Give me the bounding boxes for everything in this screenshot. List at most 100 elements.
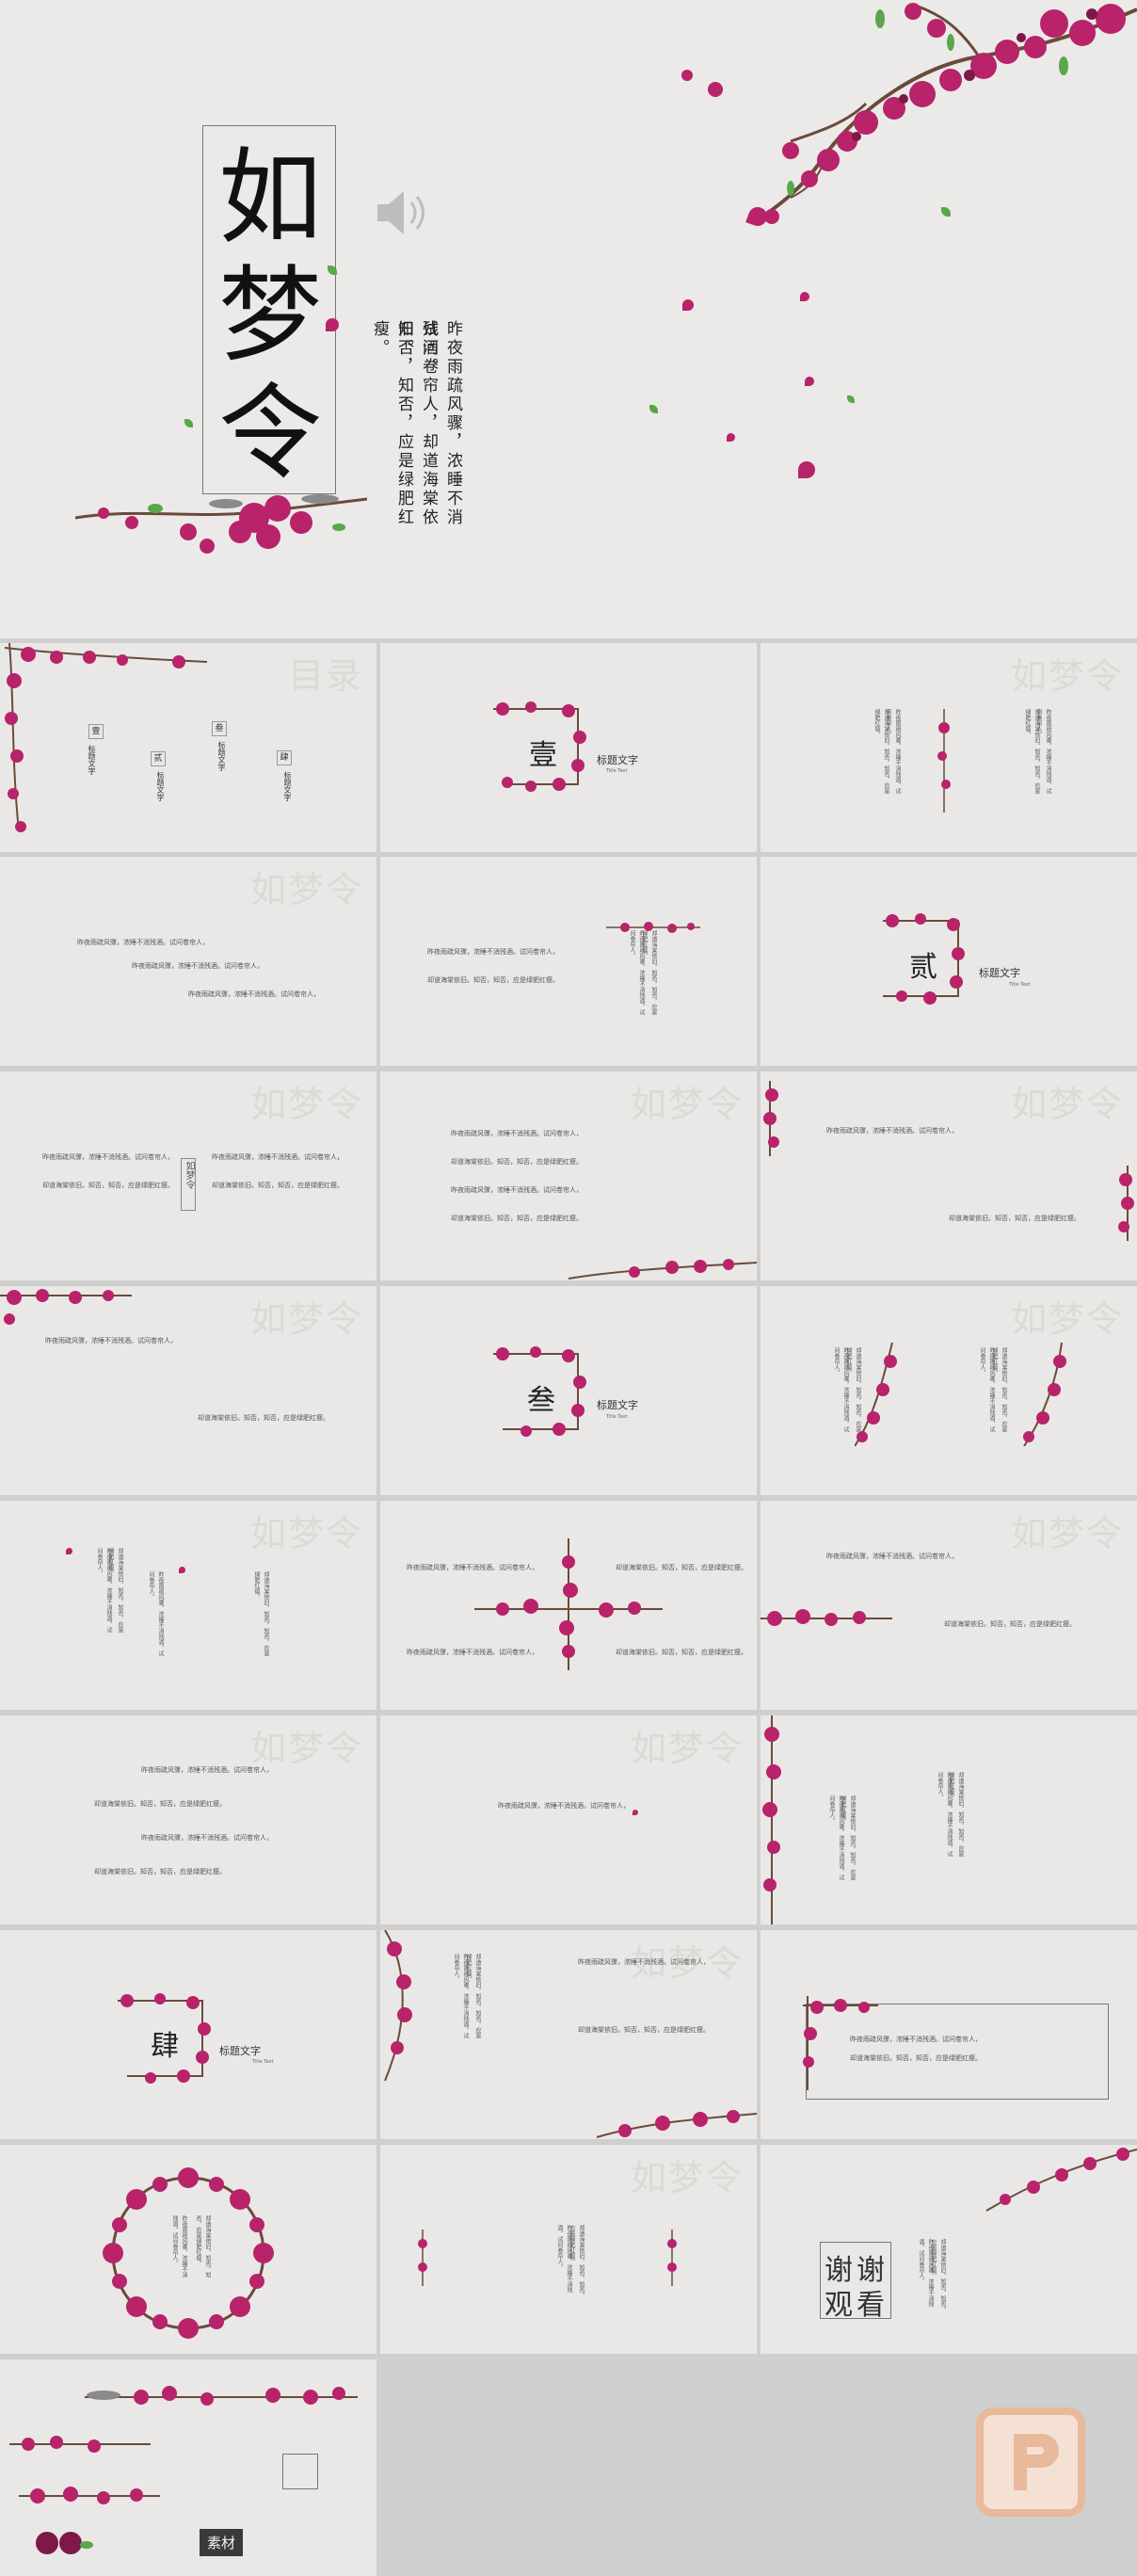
toc-label-4[interactable]: 标题文字 — [282, 771, 293, 801]
slide-21[interactable]: 昨夜雨疏风骤，浓睡不消残酒。试问卷帘人， 却道海棠依旧。知否，知否，应是绿肥红瘦… — [761, 1930, 1137, 2139]
slide-section-2[interactable]: 贰 标题文字 Title Text — [761, 857, 1137, 1066]
blossom-corner — [803, 1996, 878, 2090]
section-num: 贰 — [909, 951, 937, 984]
blossom-cluster — [36, 2532, 93, 2554]
section-title[interactable]: 标题文字 — [979, 965, 1020, 980]
text-block: 却道海棠依旧。知否，知否，应是绿肥红瘦。 — [451, 1215, 583, 1222]
text-block: 昨夜雨疏风骤，浓睡不消残酒。试问卷帘人， — [188, 990, 320, 998]
petal — [805, 377, 814, 386]
vertical-text: 昨夜雨疏风骤，浓睡不消残酒。试问卷帘人， — [148, 1571, 164, 1656]
cover-slide[interactable]: 如 梦 令 昨夜雨疏风骤，浓睡不消残酒。 试问卷帘人，却道海棠依旧。 知否，知否… — [0, 0, 1137, 638]
vertical-text: 却道海棠依旧。知否，知否，应是绿肥红瘦。 — [568, 2225, 585, 2298]
slide-14[interactable]: 昨夜雨疏风骤，浓睡不消残酒。试问卷帘人， 却道海棠依旧。知否，知否，应是绿肥红瘦… — [380, 1501, 757, 1710]
blossom-sprig — [9, 2436, 151, 2453]
leaf — [847, 395, 855, 403]
vertical-text: 却道海棠依旧。知否，知否，应是绿肥红瘦。 — [991, 1347, 1007, 1432]
petal — [326, 318, 339, 331]
slide-7[interactable]: 如梦令 昨夜雨疏风骤，浓睡不消残酒。试问卷帘人， 却道海棠依旧。知否，知否，应是… — [0, 1071, 376, 1280]
watermark: 目录 — [287, 655, 363, 697]
blossom-branch — [985, 2148, 1137, 2212]
slide-toc[interactable]: 目录 壹 标题文字 贰 标题文字 叁 标题文字 肆 标题文字 — [0, 643, 376, 852]
slide-thanks[interactable]: 谢 谢 观 看 昨夜雨疏风骤，浓睡不消残酒。试问卷帘人， 却道海棠依旧。知否，知… — [761, 2145, 1137, 2354]
petal — [727, 433, 735, 442]
section-title[interactable]: 标题文字 — [597, 1397, 638, 1412]
blossom-corner — [4, 643, 208, 832]
slide-13[interactable]: 如梦令 昨夜雨疏风骤，浓睡不消残酒。试问卷帘人， 却道海棠依旧。知否，知否，应是… — [0, 1501, 376, 1710]
blossom-sprig — [763, 1081, 779, 1156]
section-title-en: Title Text — [606, 768, 628, 774]
slide-10[interactable]: 如梦令 昨夜雨疏风骤，浓睡不消残酒。试问卷帘人， 却道海棠依旧。知否，知否，应是… — [0, 1286, 376, 1495]
section-num: 壹 — [529, 739, 557, 772]
text-block: 昨夜雨疏风骤，浓睡不消残酒。试问卷帘人， — [850, 2036, 982, 2043]
leaf — [649, 405, 658, 413]
slide-section-4[interactable]: 肆 标题文字 Title Text — [0, 1930, 376, 2139]
slide-15[interactable]: 如梦令 昨夜雨疏风骤，浓睡不消残酒。试问卷帘人， 却道海棠依旧。知否，知否，应是… — [761, 1501, 1137, 1710]
toc-label-3[interactable]: 标题文字 — [216, 741, 227, 771]
text-block: 却道海棠依旧。知否，知否，应是绿肥红瘦。 — [944, 1620, 1076, 1628]
text-block: 昨夜雨疏风骤，浓睡不消残酒。试问卷帘人， — [451, 1186, 583, 1194]
vertical-text: 却道海棠依旧。知否，知否，应是绿肥红瘦。 — [930, 2239, 946, 2312]
blossom-branch-bottom-left — [75, 494, 367, 554]
watermark: 如梦令 — [1010, 1513, 1124, 1554]
speaker-icon[interactable] — [372, 184, 430, 242]
title-char-1: 如 — [218, 137, 322, 258]
vertical-text: 却道海棠依旧。知否，知否，应是绿肥红瘦。 — [1024, 709, 1040, 794]
watermark: 如梦令 — [1010, 1298, 1124, 1340]
blossom-branch-vertical — [384, 1930, 412, 2081]
slide-22[interactable]: 昨夜雨疏风骤，浓睡不消残酒。试问卷帘人， 却道海棠依旧。知否，知否，应是绿肥红瘦… — [0, 2145, 376, 2354]
blossom-branch — [568, 1259, 757, 1280]
toc-label-1[interactable]: 标题文字 — [87, 745, 97, 775]
slide-materials[interactable]: 素材 — [0, 2359, 376, 2576]
text-block: 却道海棠依旧。知否，知否，应是绿肥红瘦。 — [451, 1158, 583, 1166]
slide-4[interactable]: 如梦令 昨夜雨疏风骤，浓睡不消残酒。试问卷帘人， 昨夜雨疏风骤，浓睡不消残酒。试… — [0, 857, 376, 1066]
vertical-text: 却道海棠依旧。知否，知否，应是绿肥红瘦。 — [641, 930, 657, 1015]
section-title-en: Title Text — [252, 2059, 274, 2065]
slide-5[interactable]: 昨夜雨疏风骤，浓睡不消残酒。试问卷帘人， 却道海棠依旧。知否，知否，应是绿肥红瘦… — [380, 857, 757, 1066]
blossom-sprig — [418, 2230, 427, 2286]
slide-23[interactable]: 如梦令 昨夜雨疏风骤，浓睡不消残酒。试问卷帘人， 却道海棠依旧。知否，知否，应是… — [380, 2145, 757, 2354]
thanks-char-3: 观 — [825, 2289, 853, 2322]
text-block: 昨夜雨疏风骤，浓睡不消残酒。试问卷帘人， — [45, 1337, 177, 1344]
slide-9[interactable]: 如梦令 昨夜雨疏风骤，浓睡不消残酒。试问卷帘人， 却道海棠依旧。知否，知否，应是… — [761, 1071, 1137, 1280]
text-block: 却道海棠依旧。知否，知否，应是绿肥红瘦。 — [212, 1182, 344, 1189]
slide-3[interactable]: 如梦令 昨夜雨疏风骤，浓睡不消残酒。试问卷帘人， 却道海棠依旧。知否，知否，应是… — [761, 643, 1137, 852]
vertical-text: 昨夜雨疏风骤，浓睡不消残酒。试问卷帘人， — [171, 2215, 187, 2278]
text-block: 昨夜雨疏风骤，浓睡不消残酒。试问卷帘人， — [132, 962, 264, 970]
title-char-3: 令 — [218, 373, 322, 493]
slide-20[interactable]: 如梦令 昨夜雨疏风骤，浓睡不消残酒。试问卷帘人， 却道海棠依旧。知否，知否，应是… — [380, 1930, 757, 2139]
section-title[interactable]: 标题文字 — [219, 2043, 261, 2058]
blossom-branch — [761, 1609, 892, 1626]
text-block: 昨夜雨疏风骤，浓睡不消残酒。试问卷帘人， — [826, 1127, 958, 1135]
text-block: 昨夜雨疏风骤，浓睡不消残酒。试问卷帘人， — [498, 1802, 630, 1810]
title-char-2: 梦 — [218, 255, 322, 376]
slide-section-1[interactable]: 壹 标题文字 Title Text — [380, 643, 757, 852]
thanks-char-4: 看 — [857, 2289, 885, 2322]
blossom-branch — [606, 922, 700, 933]
slide-section-3[interactable]: 叁 标题文字 Title Text — [380, 1286, 757, 1495]
toc-label-2[interactable]: 标题文字 — [155, 771, 166, 801]
blossom-branch-vertical — [762, 1715, 781, 1924]
text-block: 昨夜雨疏风骤，浓睡不消残酒。试问卷帘人， — [212, 1153, 344, 1161]
section-title[interactable]: 标题文字 — [597, 752, 638, 767]
watermark: 如梦令 — [249, 1084, 363, 1125]
blossom-branch — [855, 1343, 897, 1446]
slide-17[interactable]: 如梦令 昨夜雨疏风骤，浓睡不消残酒。试问卷帘人， — [380, 1715, 757, 1924]
text-block: 昨夜雨疏风骤，浓睡不消残酒。试问卷帘人， — [451, 1130, 583, 1137]
petal — [179, 1567, 185, 1573]
text-block: 昨夜雨疏风骤，浓睡不消残酒。试问卷帘人， — [578, 1958, 710, 1966]
watermark: 如梦令 — [630, 1084, 744, 1125]
text-block: 却道海棠依旧。知否，知否，应是绿肥红瘦。 — [850, 2054, 982, 2062]
section-num: 叁 — [527, 1384, 555, 1417]
watermark: 如梦令 — [249, 869, 363, 910]
watermark: 如梦令 — [249, 1298, 363, 1340]
slide-18[interactable]: 昨夜雨疏风骤，浓睡不消残酒。试问卷帘人， 却道海棠依旧。知否，知否，应是绿肥红瘦… — [761, 1715, 1137, 1924]
blossom-corner — [0, 1289, 132, 1325]
slide-12[interactable]: 如梦令 昨夜雨疏风骤，浓睡不消残酒。试问卷帘人， 却道海棠依旧。知否，知否，应是… — [761, 1286, 1137, 1495]
slide-8[interactable]: 如梦令 昨夜雨疏风骤，浓睡不消残酒。试问卷帘人， 却道海棠依旧。知否，知否，应是… — [380, 1071, 757, 1280]
petal — [682, 299, 694, 311]
blossom-cross — [474, 1538, 663, 1670]
slide-16[interactable]: 如梦令 昨夜雨疏风骤，浓睡不消残酒。试问卷帘人， 却道海棠依旧。知否，知否，应是… — [0, 1715, 376, 1924]
text-block: 昨夜雨疏风骤，浓睡不消残酒。试问卷帘人， — [141, 1766, 273, 1774]
blossom-sprig — [667, 2230, 677, 2286]
frame-material — [282, 2454, 318, 2489]
